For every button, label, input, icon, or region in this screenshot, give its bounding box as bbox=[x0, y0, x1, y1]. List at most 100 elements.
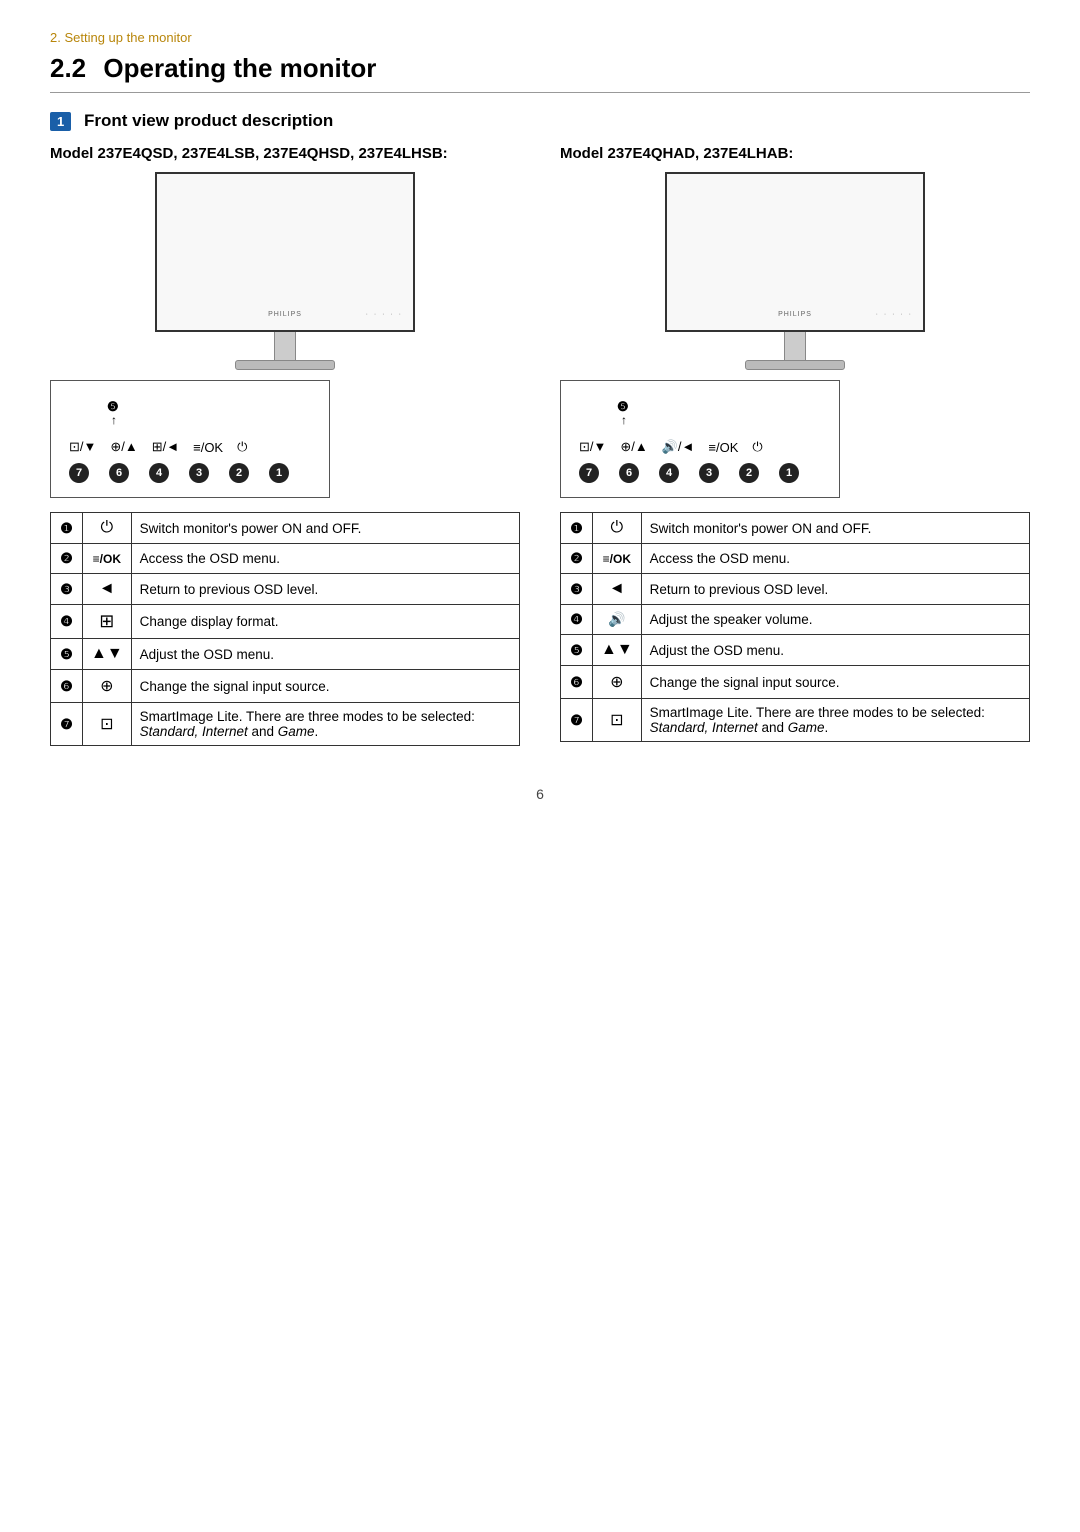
table-row: ❶ ⏻ Switch monitor's power ON and OFF. bbox=[51, 513, 520, 544]
left-sym-power: ⏻ bbox=[237, 439, 247, 455]
left-row7-desc: SmartImage Lite. There are three modes t… bbox=[131, 703, 519, 746]
table-row: ❹ ⊞ Change display format. bbox=[51, 605, 520, 639]
right-row5-icon: ▲▼ bbox=[593, 635, 642, 666]
right-row7-num: ❼ bbox=[561, 699, 593, 742]
left-monitor-neck bbox=[274, 332, 296, 360]
section-number: 2.2 bbox=[50, 53, 86, 83]
right-row1-desc: Switch monitor's power ON and OFF. bbox=[641, 513, 1029, 544]
table-row: ❷ ≡/OK Access the OSD menu. bbox=[561, 544, 1030, 574]
left-row3-num: ❸ bbox=[51, 574, 83, 605]
right-row1-icon: ⏻ bbox=[593, 513, 642, 544]
right-arrow5: ↑ bbox=[621, 413, 627, 427]
right-button-labels: 7 6 4 3 2 1 bbox=[579, 463, 821, 483]
left-sym-ok: ≡/OK bbox=[193, 440, 223, 455]
right-row7-desc: SmartImage Lite. There are three modes t… bbox=[641, 699, 1029, 742]
right-label-7: 7 bbox=[579, 463, 599, 483]
left-row5-num: ❺ bbox=[51, 639, 83, 670]
right-sym-input: ⊕/▲ bbox=[620, 439, 647, 455]
right-row6-icon: ⊕ bbox=[593, 666, 642, 699]
left-label-1: 1 bbox=[269, 463, 289, 483]
page-number: 6 bbox=[50, 786, 1030, 802]
table-row: ❸ ◄ Return to previous OSD level. bbox=[51, 574, 520, 605]
section-title: 2.2 Operating the monitor bbox=[50, 53, 1030, 93]
left-row6-desc: Change the signal input source. bbox=[131, 670, 519, 703]
two-column-layout: Model 237E4QSD, 237E4LSB, 237E4QHSD, 237… bbox=[50, 145, 1030, 746]
left-row1-num: ❶ bbox=[51, 513, 83, 544]
right-sym-volume: 🔊/◄ bbox=[662, 439, 695, 455]
left-row3-icon: ◄ bbox=[83, 574, 132, 605]
front-view-label: 1 Front view product description bbox=[50, 111, 1030, 131]
left-sym-smartimage: ⊡/▼ bbox=[69, 439, 96, 455]
right-label-1: 1 bbox=[779, 463, 799, 483]
right-row4-desc: Adjust the speaker volume. bbox=[641, 605, 1029, 635]
right-label-4: 4 bbox=[659, 463, 679, 483]
left-row7-icon: ⊡ bbox=[83, 703, 132, 746]
right-label-2: 2 bbox=[739, 463, 759, 483]
left-row2-desc: Access the OSD menu. bbox=[131, 544, 519, 574]
right-button-diagram: ❺ ↑ ⊡/▼ ⊕/▲ 🔊/◄ ≡/OK ⏻ 7 6 4 3 2 1 bbox=[560, 380, 840, 498]
right-sym-smartimage: ⊡/▼ bbox=[579, 439, 606, 455]
left-button-diagram: ❺ ↑ ⊡/▼ ⊕/▲ ⊞/◄ ≡/OK ⏻ 7 6 4 3 2 1 bbox=[50, 380, 330, 498]
right-row6-num: ❻ bbox=[561, 666, 593, 699]
right-row3-desc: Return to previous OSD level. bbox=[641, 574, 1029, 605]
left-button-row: ⊡/▼ ⊕/▲ ⊞/◄ ≡/OK ⏻ bbox=[69, 439, 247, 455]
left-row5-icon: ▲▼ bbox=[83, 639, 132, 670]
left-row6-icon: ⊕ bbox=[83, 670, 132, 703]
right-row4-icon: 🔊 bbox=[593, 605, 642, 635]
left-model-label: Model 237E4QSD, 237E4LSB, 237E4QHSD, 237… bbox=[50, 145, 520, 162]
right-row2-num: ❷ bbox=[561, 544, 593, 574]
right-row5-num: ❺ bbox=[561, 635, 593, 666]
left-row2-num: ❷ bbox=[51, 544, 83, 574]
badge: 1 bbox=[50, 112, 71, 131]
right-row3-icon: ◄ bbox=[593, 574, 642, 605]
left-sym-input: ⊕/▲ bbox=[110, 439, 137, 455]
left-row4-icon: ⊞ bbox=[83, 605, 132, 639]
right-monitor-neck bbox=[784, 332, 806, 360]
section-name: Operating the monitor bbox=[103, 53, 376, 83]
left-column: Model 237E4QSD, 237E4LSB, 237E4QHSD, 237… bbox=[50, 145, 520, 746]
right-brand: PHILIPS bbox=[778, 311, 812, 318]
table-row: ❷ ≡/OK Access the OSD menu. bbox=[51, 544, 520, 574]
right-button-row: ⊡/▼ ⊕/▲ 🔊/◄ ≡/OK ⏻ bbox=[579, 439, 763, 455]
left-monitor-foot bbox=[235, 360, 335, 370]
left-arrow5: ↑ bbox=[111, 413, 117, 427]
table-row: ❺ ▲▼ Adjust the OSD menu. bbox=[51, 639, 520, 670]
left-row4-desc: Change display format. bbox=[131, 605, 519, 639]
left-row5-desc: Adjust the OSD menu. bbox=[131, 639, 519, 670]
table-row: ❼ ⊡ SmartImage Lite. There are three mod… bbox=[51, 703, 520, 746]
right-row4-num: ❹ bbox=[561, 605, 593, 635]
right-row1-num: ❶ bbox=[561, 513, 593, 544]
left-label-7: 7 bbox=[69, 463, 89, 483]
table-row: ❺ ▲▼ Adjust the OSD menu. bbox=[561, 635, 1030, 666]
right-row3-num: ❸ bbox=[561, 574, 593, 605]
right-column: Model 237E4QHAD, 237E4LHAB: PHILIPS · · … bbox=[560, 145, 1030, 742]
right-monitor-foot bbox=[745, 360, 845, 370]
right-label-6: 6 bbox=[619, 463, 639, 483]
left-feature-table: ❶ ⏻ Switch monitor's power ON and OFF. ❷… bbox=[50, 512, 520, 746]
left-label-6: 6 bbox=[109, 463, 129, 483]
table-row: ❻ ⊕ Change the signal input source. bbox=[51, 670, 520, 703]
table-row: ❹ 🔊 Adjust the speaker volume. bbox=[561, 605, 1030, 635]
left-label-4: 4 bbox=[149, 463, 169, 483]
left-row6-num: ❻ bbox=[51, 670, 83, 703]
left-row1-icon: ⏻ bbox=[83, 513, 132, 544]
right-label-3: 3 bbox=[699, 463, 719, 483]
breadcrumb: 2. Setting up the monitor bbox=[50, 30, 1030, 45]
right-row2-icon: ≡/OK bbox=[593, 544, 642, 574]
left-button-labels: 7 6 4 3 2 1 bbox=[69, 463, 311, 483]
right-row7-icon: ⊡ bbox=[593, 699, 642, 742]
left-sym-format: ⊞/◄ bbox=[152, 439, 179, 455]
right-model-label: Model 237E4QHAD, 237E4LHAB: bbox=[560, 145, 1030, 162]
left-row7-num: ❼ bbox=[51, 703, 83, 746]
left-row1-desc: Switch monitor's power ON and OFF. bbox=[131, 513, 519, 544]
left-label-3: 3 bbox=[189, 463, 209, 483]
table-row: ❻ ⊕ Change the signal input source. bbox=[561, 666, 1030, 699]
left-dots: · · · · · bbox=[366, 311, 403, 318]
right-sym-power: ⏻ bbox=[752, 439, 762, 455]
left-row2-icon: ≡/OK bbox=[83, 544, 132, 574]
right-row2-desc: Access the OSD menu. bbox=[641, 544, 1029, 574]
right-feature-table: ❶ ⏻ Switch monitor's power ON and OFF. ❷… bbox=[560, 512, 1030, 742]
table-row: ❸ ◄ Return to previous OSD level. bbox=[561, 574, 1030, 605]
table-row: ❼ ⊡ SmartImage Lite. There are three mod… bbox=[561, 699, 1030, 742]
left-row4-num: ❹ bbox=[51, 605, 83, 639]
